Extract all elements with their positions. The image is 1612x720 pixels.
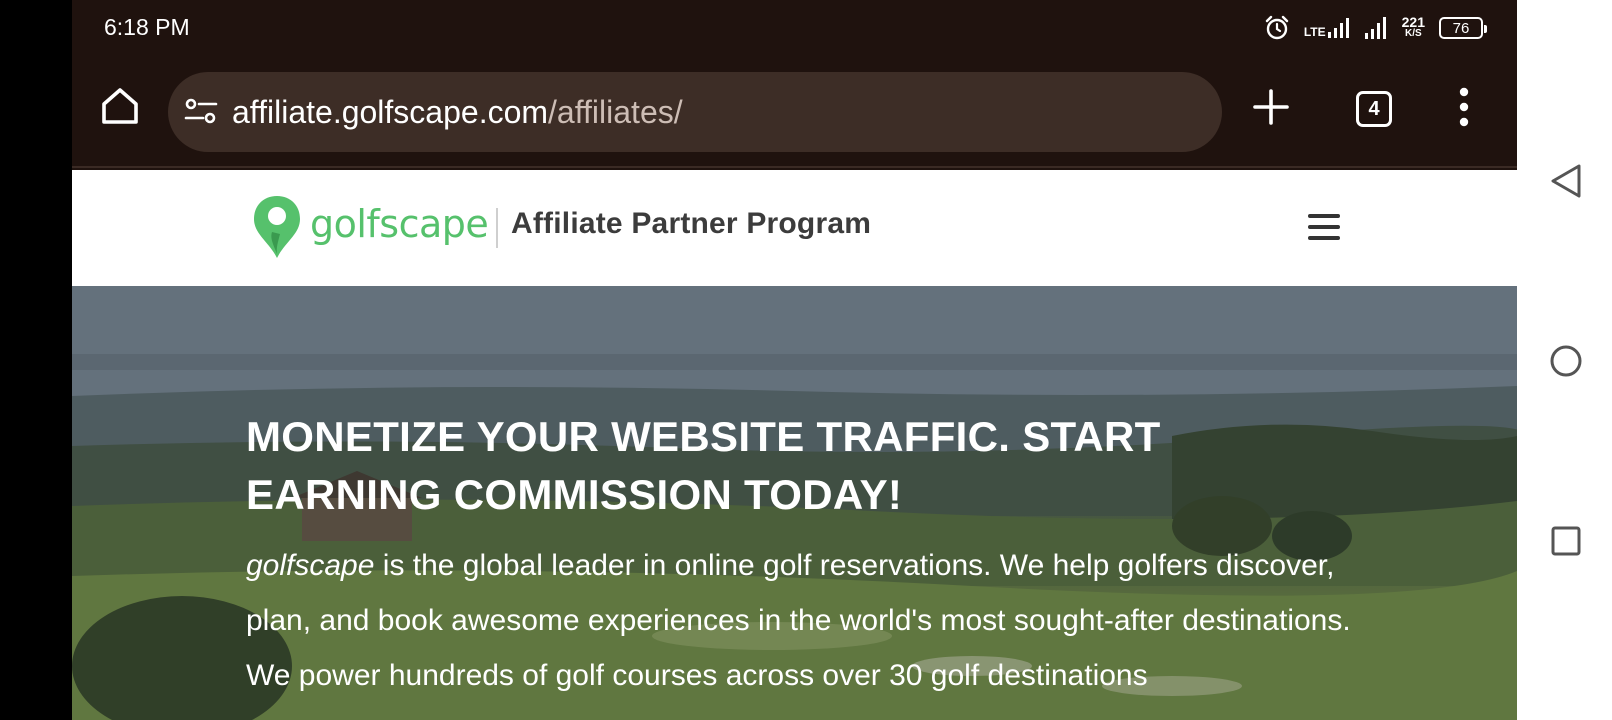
program-title: Affiliate Partner Program bbox=[511, 207, 872, 240]
signal-bars-icon bbox=[1327, 18, 1349, 38]
speed-unit: K/S bbox=[1404, 28, 1422, 39]
speed-value: 221 bbox=[1401, 14, 1425, 30]
status-bar: 6:18 PM LTE 221 K/S 76 bbox=[72, 0, 1517, 56]
address-bar[interactable]: affiliate.golfscape.com/affiliates/ bbox=[168, 72, 1222, 152]
hero-body: golfscape is the global leader in online… bbox=[246, 538, 1386, 703]
system-navigation-bar bbox=[1517, 0, 1612, 720]
hero-heading: MONETIZE YOUR WEBSITE TRAFFIC. START EAR… bbox=[246, 413, 1161, 518]
signal-icon bbox=[1364, 17, 1386, 39]
hero-body-brand: golfscape bbox=[246, 549, 375, 582]
url-text[interactable]: affiliate.golfscape.com/affiliates/ bbox=[232, 94, 683, 131]
hero-section: MONETIZE YOUR WEBSITE TRAFFIC. START EAR… bbox=[72, 286, 1517, 720]
left-edge-bar bbox=[0, 0, 72, 720]
recents-square-icon[interactable] bbox=[1551, 526, 1581, 556]
site-header: golfscape Affiliate Partner Program bbox=[72, 170, 1517, 286]
golfscape-logo[interactable]: golfscape bbox=[250, 192, 490, 262]
hero-body-text: is the global leader in online golf rese… bbox=[246, 549, 1351, 692]
battery-indicator: 76 bbox=[1439, 17, 1487, 39]
home-icon[interactable] bbox=[96, 82, 144, 130]
hamburger-menu-icon[interactable] bbox=[1308, 214, 1342, 242]
lte-label: LTE bbox=[1303, 25, 1326, 39]
url-host: affiliate.golfscape.com bbox=[232, 94, 549, 130]
home-circle-icon[interactable] bbox=[1549, 344, 1583, 378]
browser-toolbar: affiliate.golfscape.com/affiliates/ 4 bbox=[72, 56, 1517, 168]
plus-icon[interactable] bbox=[1252, 88, 1290, 126]
logo-pin-icon: golfscape bbox=[254, 196, 489, 258]
status-time: 6:18 PM bbox=[104, 14, 190, 40]
alarm-icon bbox=[1265, 15, 1289, 40]
more-vert-icon[interactable] bbox=[1458, 86, 1470, 128]
tune-icon[interactable] bbox=[184, 96, 218, 128]
logo-divider bbox=[496, 208, 498, 248]
tab-switcher-icon[interactable]: 4 bbox=[1356, 91, 1392, 127]
network-speed: 221 K/S bbox=[1401, 14, 1425, 39]
status-icons: LTE 221 K/S 76 bbox=[1264, 12, 1487, 44]
url-path: /affiliates/ bbox=[548, 94, 683, 130]
logo-text: golfscape bbox=[310, 202, 488, 246]
back-triangle-icon[interactable] bbox=[1549, 162, 1583, 200]
phone-screen: 6:18 PM LTE 221 K/S 76 affiliate.golfsca… bbox=[72, 0, 1517, 720]
lte-signal: LTE bbox=[1304, 18, 1350, 38]
